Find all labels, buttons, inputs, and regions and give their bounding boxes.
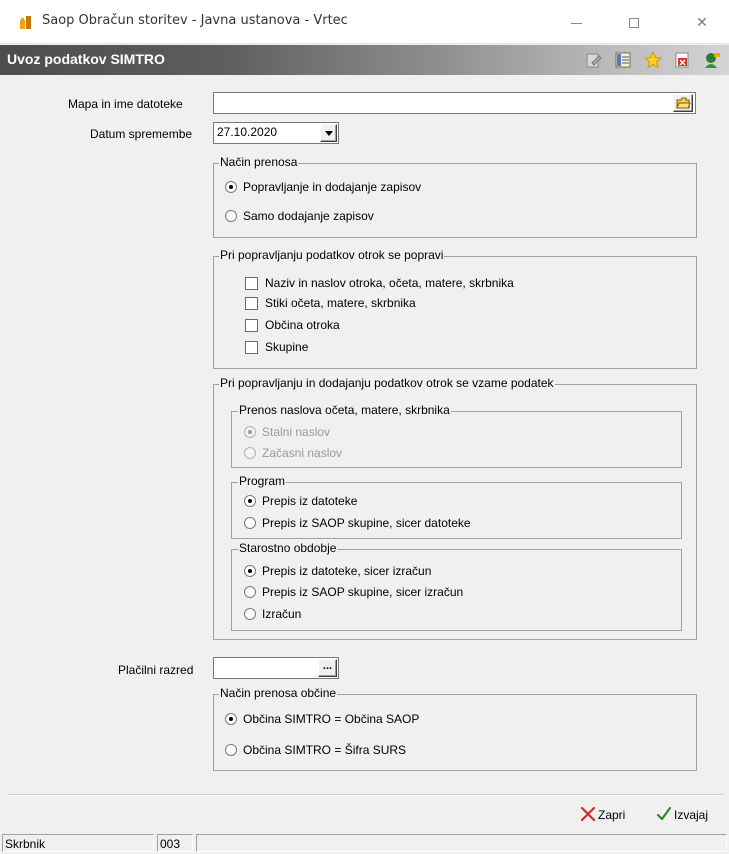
star-icon[interactable] xyxy=(644,51,662,69)
radio-button[interactable] xyxy=(225,210,237,222)
radio-button[interactable] xyxy=(225,744,237,756)
checkbox-label: Stiki očeta, matere, skrbnika xyxy=(265,296,416,310)
radio-label: Prepis iz datoteke xyxy=(262,494,358,508)
municipality-option-0[interactable]: Občina SIMTRO = Občina SAOP xyxy=(225,712,525,728)
run-button[interactable]: Izvajaj xyxy=(656,806,726,824)
close-icon: ✕ xyxy=(696,14,708,30)
program-title: Program xyxy=(238,474,287,488)
close-x-icon xyxy=(580,806,596,822)
municipality-title: Način prenosa občine xyxy=(219,686,338,700)
title-bar[interactable]: Saop Obračun storitev - Javna ustanova -… xyxy=(0,0,729,44)
status-message xyxy=(196,834,727,852)
radio-label: Prepis iz SAOP skupine, sicer datoteke xyxy=(262,516,471,530)
checkbox[interactable] xyxy=(245,319,258,332)
status-user: Skrbnik xyxy=(2,834,154,852)
address-option-0: Stalni naslov xyxy=(244,425,494,441)
close-button-label: Zapri xyxy=(598,808,626,822)
program-option-0[interactable]: Prepis iz datoteke xyxy=(244,494,594,510)
radio-button[interactable] xyxy=(244,565,256,577)
update-option-0[interactable]: Naziv in naslov otroka, očeta, matere, s… xyxy=(245,276,605,292)
payment-class-browse-button[interactable]: ... xyxy=(318,659,337,677)
radio-label: Občina SIMTRO = Šifra SURS xyxy=(243,743,407,757)
age-option-2[interactable]: Izračun xyxy=(244,607,594,623)
exit-icon[interactable] xyxy=(700,51,722,69)
date-value: 27.10.2020 xyxy=(217,125,278,139)
maximize-button[interactable] xyxy=(614,8,654,36)
browse-folder-button[interactable] xyxy=(673,94,693,112)
delete-icon[interactable] xyxy=(673,51,691,69)
radio-button[interactable] xyxy=(244,495,256,507)
minimize-icon xyxy=(570,22,582,24)
radio-label: Stalni naslov xyxy=(262,425,331,439)
maximize-icon xyxy=(629,18,639,29)
application-window: Saop Obračun storitev - Javna ustanova -… xyxy=(0,0,729,854)
edit-icon[interactable] xyxy=(585,51,603,69)
radio-label: Samo dodajanje zapisov xyxy=(243,209,374,223)
window-title: Saop Obračun storitev - Javna ustanova -… xyxy=(42,13,348,28)
checkbox[interactable] xyxy=(245,297,258,310)
address-transfer-title: Prenos naslova očeta, matere, skrbnika xyxy=(238,403,451,417)
radio-button xyxy=(244,447,256,459)
radio-label: Prepis iz datoteke, sicer izračun xyxy=(262,564,432,578)
transfer-mode-group xyxy=(213,163,697,238)
program-option-1[interactable]: Prepis iz SAOP skupine, sicer datoteke xyxy=(244,516,594,532)
radio-button[interactable] xyxy=(225,713,237,725)
update-option-2[interactable]: Občina otroka xyxy=(245,318,605,334)
list-icon[interactable] xyxy=(614,51,632,69)
chevron-down-icon xyxy=(325,131,333,136)
date-dropdown-button[interactable] xyxy=(320,124,337,142)
file-path-label: Mapa in ime datoteke xyxy=(68,97,183,111)
radio-label: Prepis iz SAOP skupine, sicer izračun xyxy=(262,585,464,599)
run-button-label: Izvajaj xyxy=(674,808,709,822)
checkbox-label: Skupine xyxy=(265,340,309,354)
checkbox-label: Naziv in naslov otroka, očeta, matere, s… xyxy=(265,276,514,290)
radio-button[interactable] xyxy=(244,586,256,598)
date-label: Datum spremembe xyxy=(90,127,193,141)
close-window-button[interactable]: ✕ xyxy=(682,8,722,36)
checkbox[interactable] xyxy=(245,277,258,290)
address-option-1: Začasni naslov xyxy=(244,446,494,462)
update-fields-title: Pri popravljanju podatkov otrok se popra… xyxy=(219,248,445,262)
radio-label: Popravljanje in dodajanje zapisov xyxy=(243,180,422,194)
status-code: 003 xyxy=(157,834,193,852)
radio-button[interactable] xyxy=(244,608,256,620)
ellipsis-icon: ... xyxy=(322,660,333,672)
municipality-group xyxy=(213,694,697,771)
transfer-mode-option-1[interactable]: Samo dodajanje zapisov xyxy=(225,209,525,225)
age-option-1[interactable]: Prepis iz SAOP skupine, sicer izračun xyxy=(244,585,594,601)
app-icon xyxy=(20,16,31,29)
age-option-0[interactable]: Prepis iz datoteke, sicer izračun xyxy=(244,564,594,580)
municipality-option-1[interactable]: Občina SIMTRO = Šifra SURS xyxy=(225,743,525,759)
close-button[interactable]: Zapri xyxy=(580,806,640,824)
radio-button[interactable] xyxy=(225,181,237,193)
form-title: Uvoz podatkov SIMTRO xyxy=(7,51,165,67)
checkbox[interactable] xyxy=(245,341,258,354)
radio-label: Izračun xyxy=(262,607,302,621)
minimize-button[interactable] xyxy=(556,8,596,36)
transfer-mode-title: Način prenosa xyxy=(219,155,299,169)
age-period-title: Starostno obdobje xyxy=(238,541,338,555)
radio-button xyxy=(244,426,256,438)
update-option-3[interactable]: Skupine xyxy=(245,340,605,356)
separator xyxy=(7,794,723,796)
radio-label: Občina SIMTRO = Občina SAOP xyxy=(243,712,420,726)
file-path-input[interactable] xyxy=(213,92,696,114)
transfer-mode-option-0[interactable]: Popravljanje in dodajanje zapisov xyxy=(225,180,525,196)
update-option-1[interactable]: Stiki očeta, matere, skrbnika xyxy=(245,296,605,312)
take-data-title: Pri popravljanju in dodajanju podatkov o… xyxy=(219,376,555,390)
checkbox-label: Občina otroka xyxy=(265,318,340,332)
checkmark-icon xyxy=(656,806,672,821)
payment-class-label: Plačilni razred xyxy=(118,663,194,677)
radio-label: Začasni naslov xyxy=(262,446,343,460)
open-folder-icon xyxy=(676,97,691,109)
radio-button[interactable] xyxy=(244,517,256,529)
